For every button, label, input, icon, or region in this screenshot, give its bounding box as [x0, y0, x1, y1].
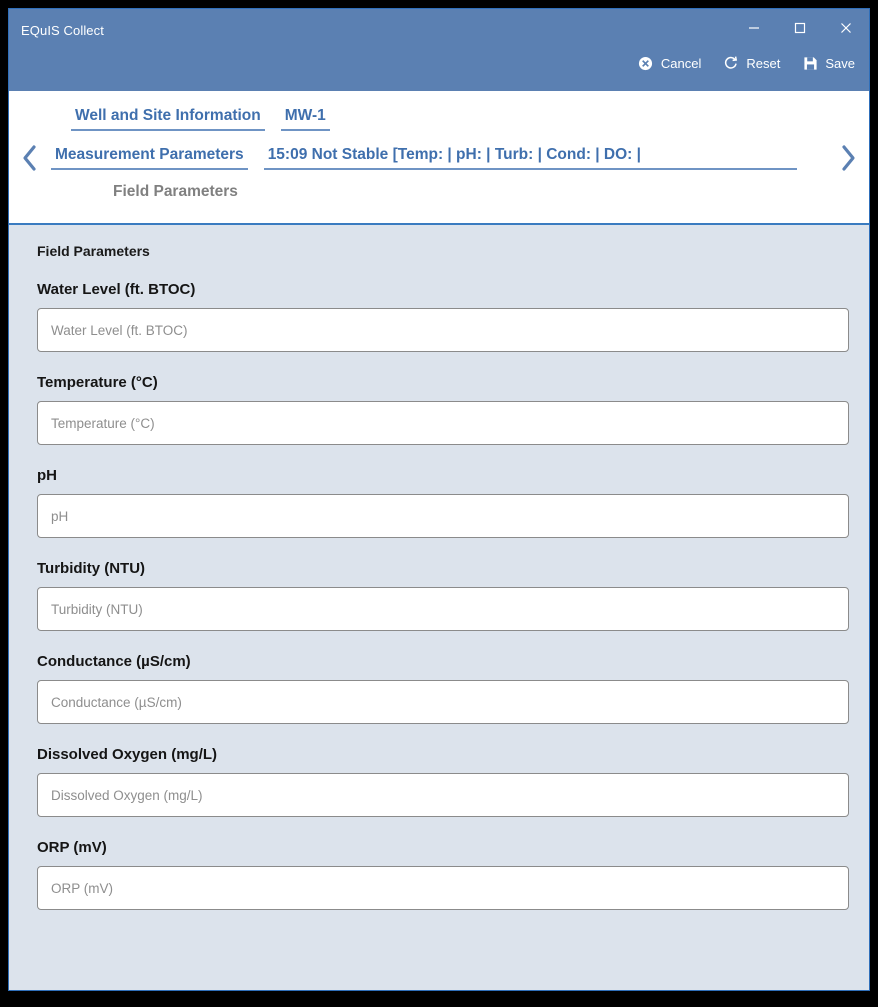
close-icon [840, 22, 852, 34]
field-label-conductance: Conductance (µS/cm) [37, 653, 191, 670]
cancel-circle-icon [638, 55, 654, 71]
save-button[interactable]: Save [802, 55, 855, 71]
refresh-icon [723, 55, 739, 71]
breadcrumb-row-bottom: Field Parameters [9, 183, 869, 205]
field-label-water-level: Water Level (ft. BTOC) [37, 281, 196, 298]
field-input-temperature[interactable] [37, 401, 849, 445]
chevron-right-icon [838, 143, 858, 173]
cancel-label: Cancel [660, 55, 702, 71]
field-input-water-level[interactable] [37, 308, 849, 352]
breadcrumb-field-parameters[interactable]: Field Parameters [109, 183, 242, 205]
breadcrumb-navigation: Well and Site Information MW-1 Measureme… [9, 91, 869, 225]
maximize-button[interactable] [777, 13, 823, 43]
breadcrumb-row-middle: Measurement Parameters 15:09 Not Stable … [9, 143, 869, 173]
cancel-button[interactable]: Cancel [638, 55, 701, 71]
form-content: Field Parameters Water Level (ft. BTOC) T… [9, 225, 869, 990]
reset-button[interactable]: Reset [723, 55, 780, 71]
field-input-conductance[interactable] [37, 680, 849, 724]
breadcrumb-mw-1[interactable]: MW-1 [280, 107, 330, 131]
application-window: EQuIS Collect Cancel Reset Save Well and… [8, 8, 870, 991]
field-label-dissolved-oxygen: Dissolved Oxygen (mg/L) [37, 746, 218, 763]
reset-label: Reset [746, 55, 781, 71]
page-title: Field Parameters [37, 243, 150, 259]
breadcrumb-row-top: Well and Site Information MW-1 [9, 107, 869, 131]
field-group-temperature: Temperature (°C) [37, 374, 849, 445]
field-group-orp: ORP (mV) [37, 839, 849, 910]
window-controls [731, 13, 869, 43]
field-input-orp[interactable] [37, 866, 849, 910]
field-group-turbidity: Turbidity (NTU) [37, 560, 849, 631]
breadcrumb-well-and-site-information[interactable]: Well and Site Information [71, 107, 265, 131]
action-bar: Cancel Reset Save [638, 55, 855, 71]
next-arrow-button[interactable] [827, 143, 869, 173]
field-label-temperature: Temperature (°C) [37, 374, 158, 391]
field-group-ph: pH [37, 467, 849, 538]
minimize-button[interactable] [731, 13, 777, 43]
field-list: Water Level (ft. BTOC) Temperature (°C) pH… [37, 281, 849, 910]
field-group-dissolved-oxygen: Dissolved Oxygen (mg/L) [37, 746, 849, 817]
field-input-ph[interactable] [37, 494, 849, 538]
save-disk-icon [802, 55, 818, 71]
previous-arrow-button[interactable] [9, 143, 51, 173]
field-label-ph: pH [37, 467, 57, 484]
app-title: EQuIS Collect [21, 23, 104, 38]
save-label: Save [825, 55, 855, 71]
maximize-icon [794, 22, 806, 34]
field-group-water-level: Water Level (ft. BTOC) [37, 281, 849, 352]
close-button[interactable] [823, 13, 869, 43]
breadcrumb-measurement-parameters[interactable]: Measurement Parameters [51, 146, 248, 170]
breadcrumb-measurement-reading[interactable]: 15:09 Not Stable [Temp: | pH: | Turb: | … [263, 146, 797, 170]
chevron-left-icon [20, 143, 40, 173]
minimize-icon [748, 22, 760, 34]
field-label-turbidity: Turbidity (NTU) [37, 560, 146, 577]
title-bar: EQuIS Collect Cancel Reset Save [9, 9, 869, 91]
field-group-conductance: Conductance (µS/cm) [37, 653, 849, 724]
field-input-dissolved-oxygen[interactable] [37, 773, 849, 817]
field-label-orp: ORP (mV) [37, 839, 107, 856]
field-input-turbidity[interactable] [37, 587, 849, 631]
